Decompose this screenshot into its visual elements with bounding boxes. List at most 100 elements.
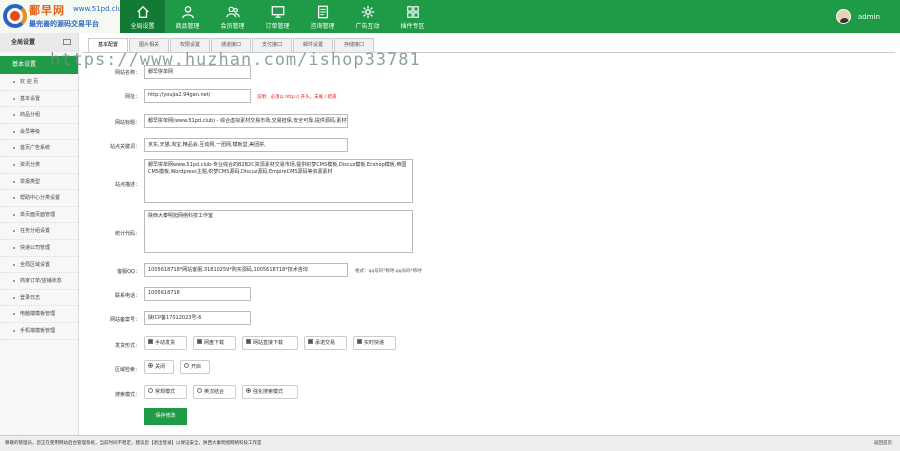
site-url-label: 网址： [124,94,140,100]
monitor-icon [271,6,284,18]
keywords-input[interactable]: 京东,天猫,淘宝,精品会,互动网,一团网,模板堂,美团拼, [144,138,348,152]
phone-input[interactable]: 1005618718 [144,287,251,301]
gear-icon [361,5,374,19]
avatar[interactable] [836,9,851,24]
sidebar-item[interactable]: 商品分组 [0,107,78,124]
checkbox[interactable] [197,339,202,344]
radio[interactable] [197,388,202,393]
logo-url: www.51pd.club [73,5,127,13]
option-label: 关闭 [155,364,166,370]
sidebar-item[interactable]: 全局区域设置 [0,257,78,274]
nav-label: 插件专区 [400,23,425,30]
nav-label: 咨询管理 [310,23,335,30]
top-navigation-bar: 鄱早网 www.51pd.club 最完善的源码交易平台 全局设置 商品管理 会… [0,0,900,33]
nav-orders[interactable]: 订单管理 [255,0,300,33]
shipping-option[interactable]: 实时快递 [353,336,396,350]
logo-title: 鄱早网 [29,4,65,17]
checkbox[interactable] [308,339,313,344]
site-title-input[interactable]: 鄱早拼单网(www.51pd.club) - 综合虚拟素材交易市场,交易担保,安… [144,114,348,128]
document-icon [317,5,328,19]
qq-input[interactable]: 1005618718*网站客服,31810259*购买源码,1005618718… [144,263,348,277]
option-label: 开启 [191,364,202,370]
logo-mark-center [10,11,20,21]
search-mode-label: 搜索模式： [114,392,140,398]
icp-label: 网站备案号： [109,317,140,323]
footer-home-link[interactable]: 返回首页 [874,436,892,451]
search-mode-option[interactable]: 强化搜索模式 [242,385,298,399]
qq-label: 客服QQ： [117,269,140,275]
sidebar-item[interactable]: 帮助中心分类设置 [0,190,78,207]
nav-members[interactable]: 会员管理 [210,0,255,33]
shipping-option[interactable]: 承诺交易 [304,336,347,350]
sidebar-title: 全局设置 [11,39,36,46]
option-label: 实时快递 [364,340,385,346]
keywords-label: 站点关键词： [109,144,140,150]
username[interactable]: admin [858,13,880,21]
shipping-label: 发货形式： [114,343,140,349]
sidebar-item[interactable]: 手机端模板管理 [0,323,78,340]
radio[interactable] [246,388,251,393]
option-label: 强化搜索模式 [253,389,284,395]
users-icon [225,6,240,18]
nav-products[interactable]: 商品管理 [165,0,210,33]
shipping-option[interactable]: 手动发货 [144,336,187,350]
sidebar-item[interactable]: 基本设置 [0,91,78,108]
nav-ads[interactable]: 广告互动 [345,0,390,33]
option-label: 手动发货 [155,340,176,346]
sidebar-item[interactable]: 登录日志 [0,290,78,307]
stats-code-textarea[interactable]: 陕西大秦明旭网络科技工作室 [144,210,413,253]
nav-label: 全局设置 [130,23,155,30]
user-icon [181,6,194,19]
option-label: 英汉结合 [204,389,225,395]
description-label: 站点描述： [114,182,140,188]
sidebar-item[interactable]: 任务分组设置 [0,223,78,240]
sidebar-item[interactable]: 资讯分类 [0,157,78,174]
radio[interactable] [184,363,189,368]
option-label: 网盘下载 [204,340,225,346]
checkbox[interactable] [148,339,153,344]
checkbox[interactable] [357,339,362,344]
region-option[interactable]: 开启 [180,360,210,374]
radio[interactable] [148,363,153,368]
sidebar-item[interactable]: 欢 迎 页 [0,74,78,91]
description-textarea[interactable]: 鄱早拼单网www.51pd.club-专业综合的B2B2C资源素材交易市场,提供… [144,159,413,203]
radio[interactable] [148,388,153,393]
nav-label: 订单管理 [265,23,290,30]
shipping-option[interactable]: 网站直接下载 [242,336,298,350]
search-mode-option[interactable]: 常规模式 [144,385,187,399]
nav-label: 商品管理 [175,23,200,30]
home-icon [136,5,149,18]
phone-label: 联系电话： [114,293,140,299]
site-logo[interactable]: 鄱早网 www.51pd.club 最完善的源码交易平台 [0,0,130,33]
option-label: 承诺交易 [315,340,336,346]
search-mode-option[interactable]: 英汉结合 [193,385,236,399]
sidebar-toggle-icon[interactable] [63,39,71,45]
grid-icon [406,6,419,18]
site-title-label: 网站标题： [114,120,140,126]
shipping-option[interactable]: 网盘下载 [193,336,236,350]
sidebar-item[interactable]: 举报类型 [0,174,78,191]
sidebar-item[interactable]: 商家订单/店铺状态 [0,273,78,290]
save-button[interactable]: 保存修改 [144,408,187,425]
sidebar-item[interactable]: 单页面页面管理 [0,207,78,224]
qq-hint: 格式：qq号码*称呼,qq号码*称呼 [355,269,422,274]
nav-global-settings[interactable]: 全局设置 [120,0,165,33]
region-label: 区域检索： [114,367,140,373]
icp-input[interactable]: 陕ICP备17012023号-6 [144,311,251,325]
sidebar-item[interactable]: 快递公司管理 [0,240,78,257]
site-url-hint: 说明：必须以 http:// 开头，末尾 / 结束 [257,95,337,100]
status-footer: 尊敬的管理员，您正在使用网站后台管理系统，当前时间不稳定，建议您【退出登录】以保… [0,435,900,451]
nav-label: 广告互动 [355,23,380,30]
sidebar-item[interactable]: 电脑端模板管理 [0,306,78,323]
option-label: 网站直接下载 [253,340,284,346]
option-label: 常规模式 [155,389,176,395]
sidebar: 全局设置 基本设置 欢 迎 页 基本设置 商品分组 会员等级 首页广告系统 资讯… [0,33,79,435]
region-option[interactable]: 关闭 [144,360,174,374]
checkbox[interactable] [246,339,251,344]
sidebar-item[interactable]: 首页广告系统 [0,140,78,157]
sidebar-item[interactable]: 会员等级 [0,124,78,141]
site-url-input[interactable]: http://youjia2.94gan.net/ [144,89,251,103]
footer-text: 尊敬的管理员，您正在使用网站后台管理系统，当前时间不稳定，建议您【退出登录】以保… [5,441,262,446]
nav-plugins[interactable]: 插件专区 [390,0,435,33]
nav-news[interactable]: 咨询管理 [300,0,345,33]
